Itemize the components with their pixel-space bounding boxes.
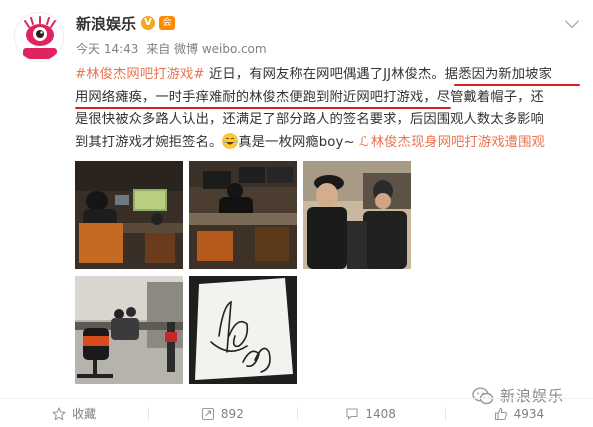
- like-icon: [494, 407, 507, 420]
- repost-button[interactable]: 892: [148, 400, 296, 427]
- post-photo-3[interactable]: [303, 161, 411, 269]
- comment-count: 1408: [365, 406, 396, 421]
- post-meta: 今天 14:43 来自 微博 weibo.com: [76, 40, 271, 57]
- account-name[interactable]: 新浪娱乐: [76, 13, 136, 34]
- post-text-segment: 到其打游戏才婉拒签名。: [75, 134, 223, 150]
- underlined-segment: 用网络瘫痪，一时手痒难耐的林俊杰便跑到附近网吧打游戏，: [75, 89, 437, 105]
- underlined-segment: 据悉因为新加坡家: [444, 67, 552, 82]
- comment-icon: [346, 407, 358, 420]
- like-count: 4934: [513, 406, 545, 421]
- action-bar: 收藏 892 1408 4934: [0, 400, 593, 427]
- annotation-underline: [454, 84, 580, 86]
- sina-logo-icon: [15, 13, 63, 61]
- post-text: #林俊杰网吧打游戏# 近日，有网友称在网吧偶遇了JJ林俊杰。据悉因为新加坡家 用…: [75, 64, 580, 154]
- post-time[interactable]: 今天 14:43: [76, 42, 138, 56]
- post-text-segment: 真是一枚网瘾boy~: [238, 134, 360, 150]
- post-photo-5[interactable]: [189, 276, 297, 384]
- verified-badge-icon: V: [141, 16, 156, 30]
- favorite-label: 收藏: [72, 407, 97, 421]
- article-link[interactable]: 林俊杰现身网吧打游戏遭围观: [371, 135, 545, 150]
- laughing-emoji-icon: [222, 132, 239, 149]
- hashtag-link[interactable]: #林俊杰网吧打游戏#: [75, 67, 205, 82]
- post-line-4: 到其打游戏才婉拒签名。 真是一枚网瘾boy~ ℒ 林俊杰现身网吧打游戏遭围观: [75, 132, 580, 155]
- post-text-segment: 近日，有网友称在网吧偶遇了JJ林俊杰。: [204, 67, 445, 82]
- share-icon: [201, 407, 214, 420]
- annotation-underline: [75, 107, 451, 109]
- post-line-2: 用网络瘫痪，一时手痒难耐的林俊杰便跑到附近网吧打游戏，尽管戴着帽子，还: [75, 87, 580, 110]
- like-button[interactable]: 4934: [444, 400, 593, 427]
- account-name-row: 新浪娱乐 V 会: [76, 12, 176, 34]
- post-source[interactable]: 来自 微博 weibo.com: [146, 42, 266, 56]
- action-divider: [0, 398, 593, 399]
- link-icon: ℒ: [359, 134, 369, 150]
- weibo-post-card: 新浪娱乐 V 会 今天 14:43 来自 微博 weibo.com #林俊杰网吧…: [0, 0, 593, 427]
- post-photo-1[interactable]: [75, 161, 183, 269]
- chevron-down-icon[interactable]: [564, 13, 580, 29]
- member-badge-icon: 会: [159, 16, 176, 30]
- star-icon: [52, 406, 66, 420]
- post-photo-2[interactable]: [189, 161, 297, 269]
- account-avatar[interactable]: [14, 12, 64, 62]
- favorite-button[interactable]: 收藏: [0, 400, 148, 427]
- post-line-3: 是很快被众多路人认出，还满足了部分路人的签名要求，后因围观人数太多影响: [75, 112, 544, 128]
- post-text-segment: 尽管戴着帽子，还: [436, 89, 544, 105]
- post-photo-4[interactable]: [75, 276, 183, 384]
- comment-button[interactable]: 1408: [296, 400, 445, 427]
- repost-count: 892: [220, 406, 244, 421]
